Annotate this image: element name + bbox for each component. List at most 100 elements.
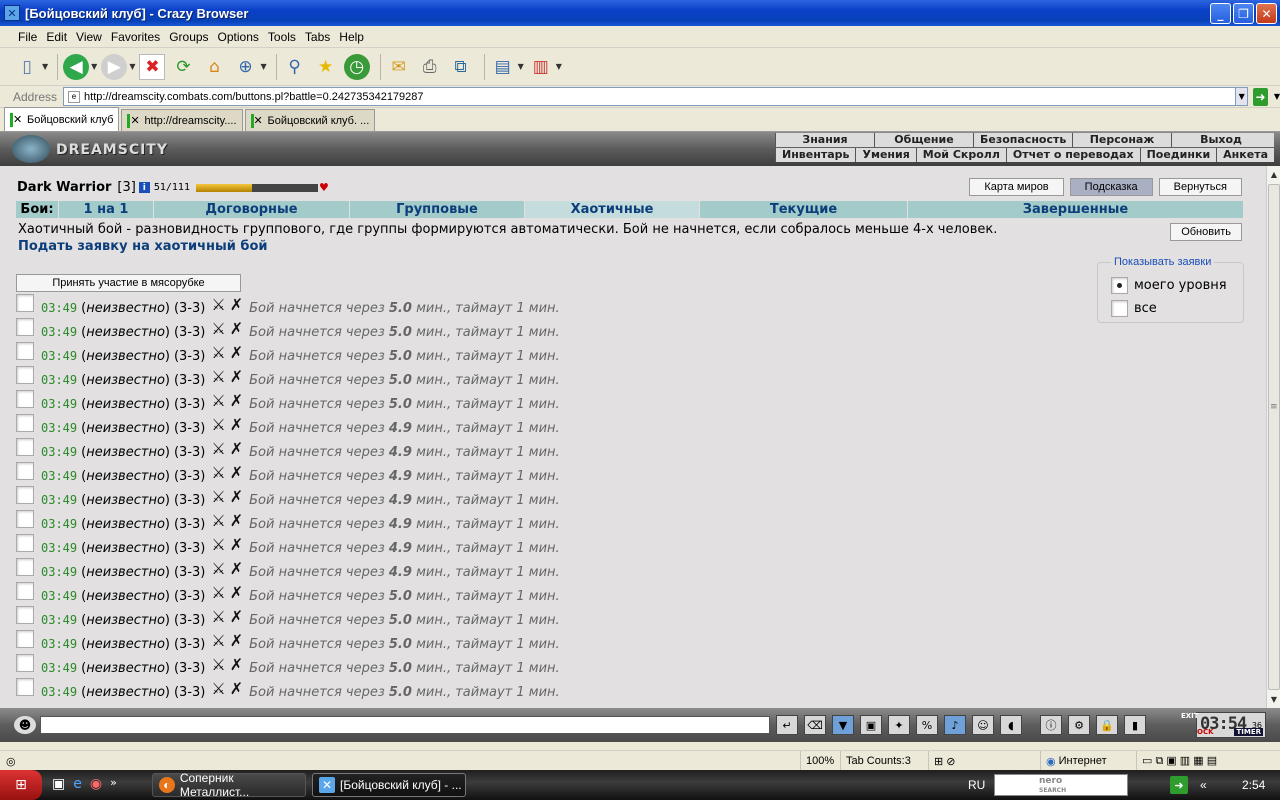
address-input[interactable]: e http://dreamscity.combats.com/buttons.… [63,87,1237,106]
start-button[interactable]: ⊞ [0,770,42,800]
forward-dropdown-icon[interactable]: ▼ [129,62,135,71]
status-window-icons[interactable]: ▭ ⧉ ▣ ▥ ▦ ▤ [1136,751,1280,771]
scroll-up-icon[interactable]: ▲ [1267,166,1280,183]
new-page-icon[interactable]: ▯ [14,54,40,80]
zoom-dropdown-icon[interactable]: ▼ [260,62,266,71]
nav-knowledge[interactable]: Знания [775,133,874,147]
request-radio[interactable] [16,558,34,576]
chat-input[interactable] [40,716,770,734]
tab-finished[interactable]: Завершенные [908,201,1243,218]
nav-security[interactable]: Безопасность [973,133,1072,147]
save-icon[interactable]: ▣ [860,715,882,735]
home-icon[interactable]: ⌂ [201,54,227,80]
maximize-button[interactable]: ❐ [1233,3,1254,24]
back-icon[interactable]: ◀ [63,53,90,80]
request-radio[interactable] [16,438,34,456]
taskbar-item-crazy-browser[interactable]: ✕ [Бойцовский клуб] - ... [312,773,466,797]
status-zoom[interactable]: 100% [800,751,840,771]
desktop-icon[interactable]: ▣ [52,776,65,792]
mail-icon[interactable]: ✉ [386,54,412,80]
tab-chaotic[interactable]: Хаотичные [525,201,700,218]
refresh-button[interactable]: Обновить [1170,223,1242,241]
request-radio[interactable] [16,678,34,696]
new-dropdown-icon[interactable]: ▼ [42,62,48,71]
eraser-icon[interactable]: ⌫ [804,715,826,735]
info-person-icon[interactable]: ⓘ [1040,715,1062,735]
forward-icon[interactable]: ▶ [101,53,128,80]
request-radio[interactable] [16,582,34,600]
filter-option-all[interactable]: все [1111,300,1157,317]
nav-profile[interactable]: Анкета [1216,148,1274,162]
menu-tabs[interactable]: Tabs [305,30,330,44]
go-dropdown-icon[interactable]: ▼ [1274,92,1280,101]
scroll-down-icon[interactable]: ▼ [1267,691,1280,708]
nav-exit[interactable]: Выход [1171,133,1270,147]
history-icon[interactable]: ◷ [343,53,370,80]
request-radio[interactable] [16,654,34,672]
request-radio[interactable] [16,342,34,360]
request-radio[interactable] [16,486,34,504]
browser-tab-1[interactable]: ✕ Бойцовский клуб [4,107,120,131]
nav-inventory[interactable]: Инвентарь [775,148,855,162]
radio-all[interactable] [1111,300,1128,317]
menu-help[interactable]: Help [339,30,364,44]
tile-dropdown-icon[interactable]: ▼ [556,62,562,71]
request-radio[interactable] [16,630,34,648]
smiley-icon[interactable]: ☺ [972,715,994,735]
taskbar-item-firefox[interactable]: ◐ Соперник Металлист... [152,771,306,799]
browser-tab-3[interactable]: ✕ Бойцовский клуб. ... [244,109,376,131]
tab-group[interactable]: Групповые [350,201,525,218]
request-radio[interactable] [16,414,34,432]
tray-more-icon[interactable]: « [1200,778,1207,792]
gear-icon[interactable]: ⚙ [1068,715,1090,735]
tab-one-on-one[interactable]: 1 на 1 [59,201,154,218]
request-radio[interactable] [16,606,34,624]
hint-button[interactable]: Подсказка [1069,178,1153,196]
close-button[interactable]: ✕ [1256,3,1277,24]
request-radio[interactable] [16,390,34,408]
menu-tools[interactable]: Tools [268,30,296,44]
status-plugin-icons[interactable]: ⊞ ⊘ [928,751,1040,771]
tile-icon[interactable]: ▥ [528,54,554,80]
nero-search-input[interactable]: nero SEARCH [994,774,1128,796]
search-icon[interactable]: ⚲ [282,54,308,80]
apply-chaotic-link[interactable]: Подать заявку на хаотичный бой [18,239,268,254]
ie-icon[interactable]: e [73,776,82,792]
search-go-icon[interactable]: ➜ [1170,776,1188,794]
menu-favorites[interactable]: Favorites [111,30,160,44]
browser-tab-2[interactable]: ✕ http://dreamscity.... [121,109,243,131]
back-dropdown-icon[interactable]: ▼ [91,62,97,71]
stop-icon[interactable]: ✖ [139,53,166,80]
chat-face-icon[interactable]: ☻ [14,716,36,734]
favorites-star-icon[interactable]: ★ [313,54,339,80]
filter-icon[interactable]: ▼ [832,715,854,735]
request-radio[interactable] [16,366,34,384]
language-indicator[interactable]: RU [968,778,985,792]
join-meatgrinder-button[interactable]: Принять участие в мясорубке [16,274,241,292]
world-map-button[interactable]: Карта миров [969,178,1064,196]
menu-edit[interactable]: Edit [46,30,67,44]
refresh-icon[interactable]: ⟳ [170,54,196,80]
music-icon[interactable]: ♪ [944,715,966,735]
content-scrollbar[interactable]: ▲ ≡ ▼ [1266,166,1280,708]
nav-transfer-report[interactable]: Отчет о переводах [1005,148,1140,162]
helmet-icon[interactable]: ◖ [1000,715,1022,735]
request-radio[interactable] [16,294,34,312]
quicklaunch-more-icon[interactable]: » [110,776,117,792]
radio-my-level[interactable] [1111,277,1128,294]
send-enter-icon[interactable]: ↵ [776,715,798,735]
menu-file[interactable]: File [18,30,37,44]
scroll-thumb[interactable] [1268,184,1280,690]
menu-groups[interactable]: Groups [169,30,208,44]
menu-view[interactable]: View [76,30,102,44]
edit-dropdown-icon[interactable]: ▼ [518,62,524,71]
nav-my-scroll[interactable]: Мой Скролл [915,148,1006,162]
window-icon[interactable]: ⧉ [448,54,474,80]
fighter-icon[interactable]: ✦ [888,715,910,735]
filter-option-my-level[interactable]: моего уровня [1111,277,1227,294]
media-icon[interactable]: ◉ [90,776,102,792]
request-radio[interactable] [16,462,34,480]
request-radio[interactable] [16,510,34,528]
exit-door-icon[interactable]: ▮ [1124,715,1146,735]
info-icon[interactable]: i [138,182,150,193]
